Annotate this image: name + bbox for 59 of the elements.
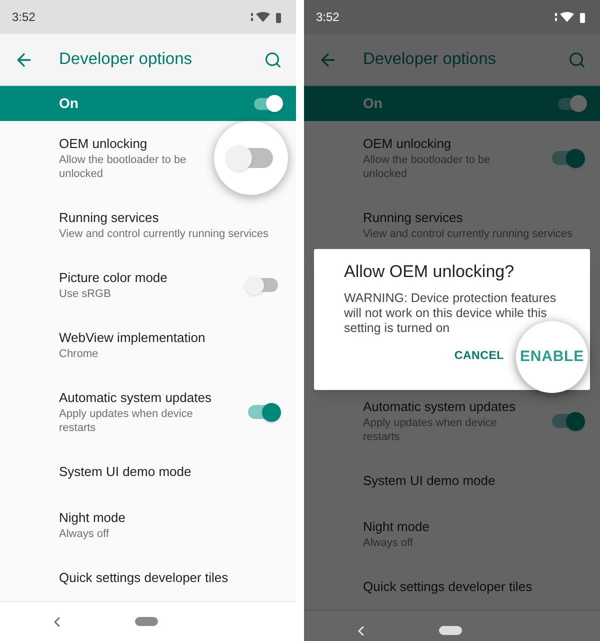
settings-item[interactable]: OEM unlocking Allow the bootloader to be unlocked	[0, 121, 296, 195]
setting-title: Running services	[363, 209, 464, 227]
settings-item[interactable]: Running services View and control currently running services	[0, 195, 296, 255]
setting-title: OEM unlocking	[363, 135, 452, 153]
setting-description: Always off	[59, 527, 110, 541]
setting-description: View and control currently running services	[363, 227, 573, 241]
toggle-switch[interactable]	[552, 151, 582, 165]
setting-title: Night mode	[363, 518, 430, 536]
setting-description: Use sRGB	[59, 287, 112, 301]
master-switch-bar[interactable]: On	[0, 86, 296, 121]
settings-item[interactable]: Automatic system updates Apply updates when device restarts	[0, 375, 296, 449]
setting-title: OEM unlocking	[59, 135, 148, 153]
toggle-switch[interactable]	[254, 98, 280, 110]
search-icon[interactable]	[568, 50, 586, 68]
settings-item[interactable]: Night mode Always off	[304, 504, 600, 564]
setting-title: System UI demo mode	[363, 472, 496, 490]
setting-description: Chrome	[59, 347, 100, 361]
status-time: 3:52	[316, 9, 340, 26]
setting-title: Night mode	[59, 509, 126, 527]
setting-title: WebView implementation	[59, 329, 206, 347]
setting-title: Quick settings developer tiles	[363, 578, 532, 596]
setting-title: Running services	[59, 209, 160, 227]
settings-item[interactable]: Picture color mode Use sRGB	[0, 255, 296, 315]
toggle-switch[interactable]	[558, 98, 584, 110]
master-switch-label: On	[59, 94, 78, 113]
cancel-button[interactable]: CANCEL	[450, 342, 508, 372]
setting-description: Always off	[363, 536, 414, 550]
setting-description: Allow the bootloader to be unlocked	[363, 153, 492, 181]
setting-description: Apply updates when device restarts	[363, 416, 498, 444]
settings-item[interactable]: Night mode Always off	[0, 495, 296, 555]
dialog-title: Allow OEM unlocking?	[344, 261, 516, 283]
confirm-button[interactable]: ENABLE	[516, 321, 588, 393]
settings-item[interactable]: System UI demo mode	[0, 449, 296, 495]
screen-title: Developer options	[363, 49, 497, 70]
setting-title: Automatic system updates	[59, 389, 212, 407]
setting-title: Quick settings developer tiles	[59, 569, 228, 587]
setting-description: View and control currently running services	[59, 227, 269, 241]
settings-item[interactable]: Quick settings developer tiles	[0, 555, 296, 601]
setting-title: System UI demo mode	[59, 463, 192, 481]
home-button[interactable]	[439, 626, 462, 635]
home-button[interactable]	[135, 617, 158, 626]
setting-title: Automatic system updates	[363, 398, 516, 416]
screen-title: Developer options	[59, 49, 193, 70]
toggle-switch[interactable]	[248, 405, 278, 419]
status-time: 3:52	[12, 9, 36, 26]
toggle-switch[interactable]	[229, 148, 273, 168]
settings-item[interactable]: OEM unlocking Allow the bootloader to be unlocked	[304, 121, 600, 195]
setting-title: Picture color mode	[59, 269, 168, 287]
master-switch-label: On	[363, 94, 382, 113]
settings-item[interactable]: System UI demo mode	[304, 458, 600, 504]
toggle-switch[interactable]	[552, 414, 582, 428]
setting-description: Apply updates when device restarts	[59, 407, 194, 435]
settings-item[interactable]: Quick settings developer tiles	[304, 564, 600, 610]
status-icons	[554, 12, 588, 22]
setting-description: Allow the bootloader to be unlocked	[59, 153, 188, 181]
status-icons	[250, 12, 284, 22]
search-icon[interactable]	[264, 50, 282, 68]
toggle-switch[interactable]	[248, 278, 278, 292]
settings-item[interactable]: WebView implementation Chrome	[0, 315, 296, 375]
